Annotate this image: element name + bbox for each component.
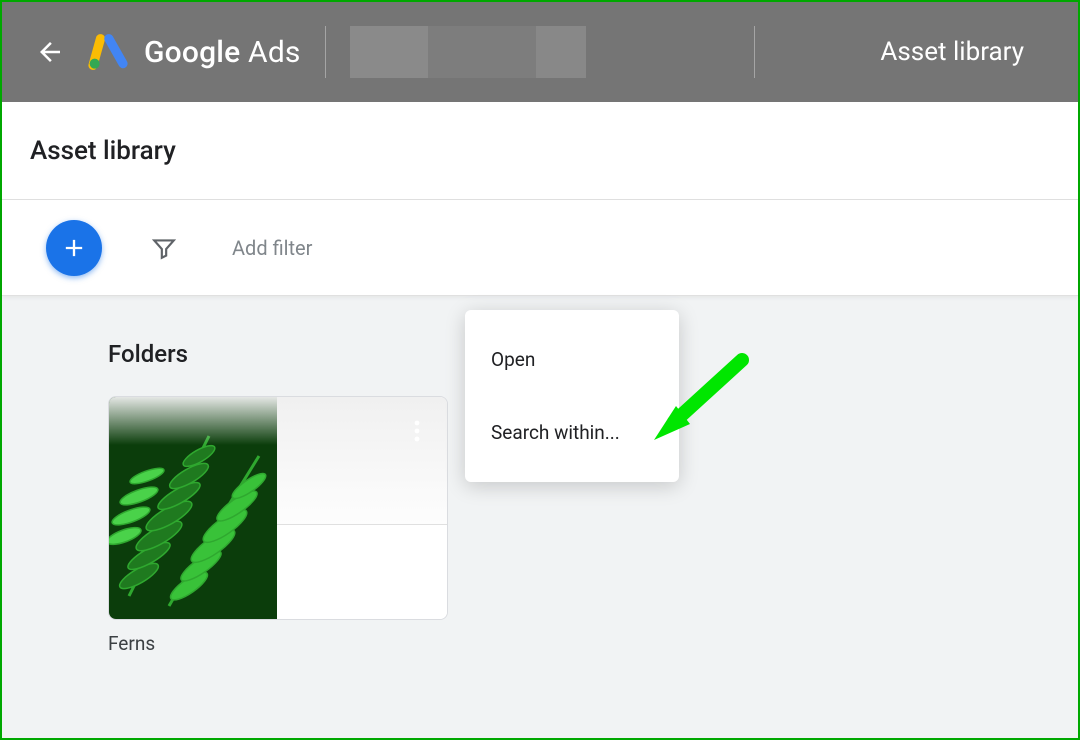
more-vert-icon bbox=[414, 420, 420, 442]
filter-button[interactable] bbox=[150, 234, 178, 262]
toolbar: Add filter bbox=[2, 200, 1078, 296]
folder-thumbnail bbox=[109, 397, 277, 619]
plus-icon bbox=[60, 234, 88, 262]
ads-logo-icon bbox=[88, 32, 128, 72]
account-redacted bbox=[350, 26, 586, 78]
app-header: Google Ads Asset library bbox=[2, 2, 1078, 102]
folder-more-button[interactable] bbox=[401, 415, 433, 447]
filter-icon bbox=[151, 235, 177, 261]
menu-item-search-within[interactable]: Search within... bbox=[465, 409, 679, 456]
folder-right-panel bbox=[277, 397, 447, 619]
page-subheader: Asset library bbox=[2, 102, 1078, 200]
filter-input-placeholder[interactable]: Add filter bbox=[232, 236, 312, 260]
folder-name: Ferns bbox=[108, 632, 972, 655]
page-title: Asset library bbox=[30, 136, 176, 166]
folder-card[interactable] bbox=[108, 396, 448, 620]
product-name: Google Ads bbox=[144, 35, 301, 70]
tool-title: Asset library bbox=[880, 37, 1048, 67]
product-name-bold: Google bbox=[144, 35, 240, 70]
product-name-light: Ads bbox=[240, 35, 300, 70]
menu-item-open[interactable]: Open bbox=[465, 336, 679, 383]
google-ads-logo bbox=[88, 32, 128, 72]
context-menu: Open Search within... bbox=[465, 310, 679, 482]
add-button[interactable] bbox=[46, 220, 102, 276]
arrow-left-icon bbox=[35, 37, 65, 67]
divider bbox=[754, 26, 755, 78]
divider bbox=[325, 26, 326, 78]
back-button[interactable] bbox=[32, 34, 68, 70]
